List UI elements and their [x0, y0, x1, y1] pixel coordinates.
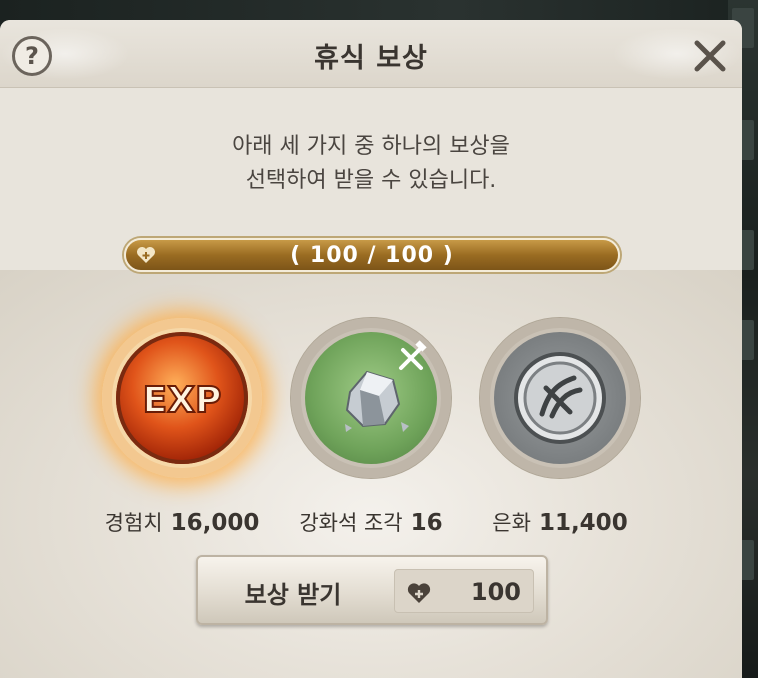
tools-icon: [399, 340, 427, 370]
reward-option-enhance-stone[interactable]: [291, 318, 451, 478]
exp-orb-icon: EXP: [116, 332, 248, 464]
close-button[interactable]: [686, 32, 734, 80]
reward-amount: 16: [410, 510, 443, 536]
dialog-description: 아래 세 가지 중 하나의 보상을 선택하여 받을 수 있습니다.: [0, 130, 742, 198]
silver-coin-icon: [494, 332, 626, 464]
reward-label-exp: 경험치 16,000: [72, 507, 292, 537]
heart-icon: [407, 583, 431, 603]
reward-amount: 16,000: [170, 510, 260, 536]
reward-name: 경험치: [104, 511, 163, 535]
reward-label-enhance-stone: 강화석 조각 16: [261, 507, 481, 537]
enhance-stone-fragment-icon: [305, 332, 437, 464]
claim-button-label: 보상 받기: [244, 581, 342, 609]
description-line-1: 아래 세 가지 중 하나의 보상을: [232, 134, 510, 159]
svg-text:EXP: EXP: [143, 380, 222, 421]
reward-label-silver: 은화 11,400: [450, 507, 670, 537]
dialog-title: 휴식 보상: [314, 43, 428, 74]
reward-option-exp[interactable]: EXP: [102, 318, 262, 478]
claim-cost-value: 100: [470, 578, 521, 606]
reward-amount: 11,400: [538, 510, 628, 536]
reward-option-silver[interactable]: [480, 318, 640, 478]
stamina-bar: ( 100 / 100 ): [124, 238, 620, 272]
description-line-2: 선택하여 받을 수 있습니다.: [245, 168, 497, 193]
stamina-text: ( 100 / 100 ): [290, 243, 454, 268]
reward-name: 강화석 조각: [299, 511, 403, 535]
close-icon: [694, 40, 726, 72]
claim-reward-button[interactable]: 보상 받기 100: [196, 555, 548, 625]
claim-cost: 100: [394, 569, 534, 613]
reward-name: 은화: [492, 511, 531, 535]
